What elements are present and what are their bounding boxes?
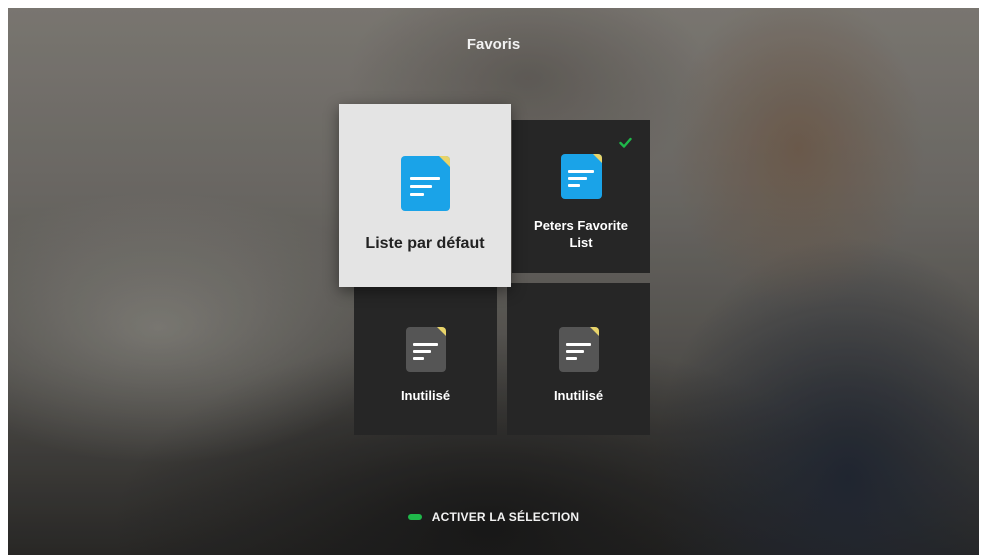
page-title: Favoris xyxy=(466,36,521,53)
document-list-icon xyxy=(400,156,450,211)
tile-unused-2[interactable]: Inutilisé xyxy=(507,283,650,435)
tile-label: Peters Favorite List xyxy=(534,218,628,250)
tile-unused-1[interactable]: Inutilisé xyxy=(354,283,497,435)
activate-selection-label: ACTIVER LA SÉLECTION xyxy=(431,510,580,524)
document-list-icon xyxy=(558,327,599,372)
tile-label: Inutilisé xyxy=(553,388,604,403)
tile-label: Liste par défaut xyxy=(365,235,485,252)
tile-default-list[interactable]: Liste par défaut xyxy=(339,104,511,287)
document-list-icon xyxy=(405,327,446,372)
tile-label: Inutilisé xyxy=(400,388,451,403)
checkmark-icon xyxy=(619,137,632,148)
tile-peters-favorite-list[interactable]: Peters Favorite List xyxy=(512,120,650,273)
green-button-icon xyxy=(407,514,422,520)
activate-selection-hint[interactable]: ACTIVER LA SÉLECTION xyxy=(8,510,979,524)
favorites-screen: Favoris Liste par défaut Peters Favorite… xyxy=(8,8,979,555)
document-list-icon xyxy=(560,154,602,199)
